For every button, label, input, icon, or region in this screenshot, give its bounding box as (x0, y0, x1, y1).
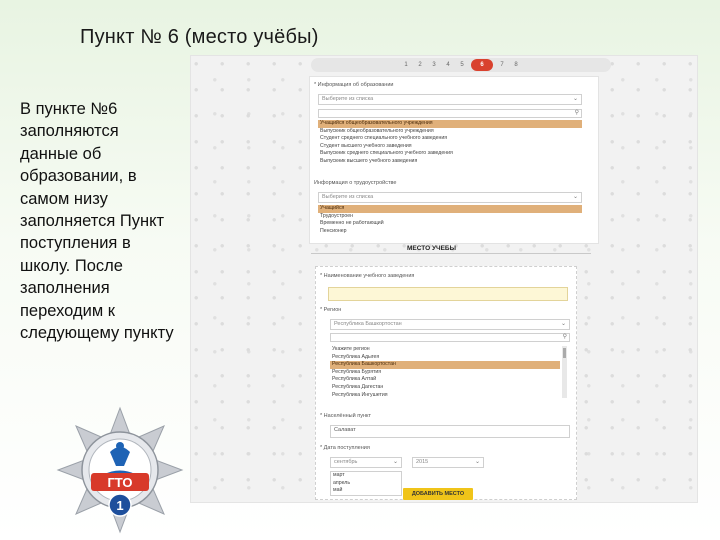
chevron-down-icon: ⌄ (572, 96, 578, 102)
step-8[interactable]: 8 (511, 62, 521, 68)
step-2[interactable]: 2 (415, 62, 425, 68)
add-study-place-button[interactable]: ДОБАВИТЬ МЕСТО УЧЕБЫ (403, 488, 473, 500)
education-option[interactable]: Выпускник общеобразовательного учреждени… (318, 128, 582, 136)
chevron-down-icon: ⌄ (572, 194, 578, 200)
search-icon: ⚲ (574, 110, 579, 116)
region-option[interactable]: Республика Алтай (330, 376, 560, 384)
step-7[interactable]: 7 (497, 62, 507, 68)
gto-badge: ГТО 1 (55, 405, 185, 535)
region-option[interactable]: Республика Башкортостан (330, 361, 560, 369)
study-place-panel: * Наименование учебного заведения * Реги… (315, 266, 577, 500)
region-option[interactable]: Республика Ингушетия (330, 392, 560, 400)
city-input[interactable]: Салават (330, 425, 570, 438)
month-option[interactable]: март (331, 472, 401, 480)
scrollbar-thumb[interactable] (563, 348, 566, 358)
admission-month-select[interactable]: сентябрь ⌄ (330, 457, 402, 468)
step-navigation: 1 2 3 4 5 6 7 8 (311, 58, 611, 72)
step-6-active[interactable]: 6 (471, 59, 493, 71)
region-options: Укажите регион Республика Адыгея Республ… (330, 346, 560, 399)
education-select[interactable]: Выберите из списка ⌄ (318, 94, 582, 105)
education-panel: * Информация об образовании Выберите из … (309, 76, 599, 244)
slide-description: В пункте №6 заполняются данные об образо… (20, 100, 174, 343)
city-label: * Населённый пункт (320, 413, 371, 419)
education-option[interactable]: Учащийся общеобразовательного учреждения (318, 120, 582, 128)
school-name-input[interactable] (328, 287, 568, 301)
admission-label: * Дата поступления (320, 445, 370, 451)
section-divider (311, 253, 591, 254)
education-option[interactable]: Студент среднего специального учебного з… (318, 135, 582, 143)
gto-badge-graphic: ГТО 1 (56, 406, 184, 534)
region-option[interactable]: Республика Бурятия (330, 369, 560, 377)
region-select-value: Республика Башкортостан (334, 321, 402, 327)
employment-select[interactable]: Выберите из списка ⌄ (318, 192, 582, 203)
region-select[interactable]: Республика Башкортостан ⌄ (330, 319, 570, 330)
employment-option[interactable]: Пенсионер (318, 228, 582, 236)
school-label: * Наименование учебного заведения (320, 273, 415, 279)
admission-year-value: 2015 (416, 459, 429, 465)
month-option[interactable]: апрель (331, 480, 401, 488)
region-option[interactable]: Укажите регион (330, 346, 560, 354)
chevron-down-icon: ⌄ (560, 321, 566, 327)
month-option[interactable]: май (331, 487, 401, 495)
employment-select-value: Выберите из списка (322, 194, 374, 200)
employment-option[interactable]: Трудоустроен (318, 213, 582, 221)
search-icon: ⚲ (562, 334, 567, 340)
admission-month-options: март апрель май (330, 471, 402, 496)
region-search-input[interactable]: ⚲ (330, 333, 570, 342)
admission-month-value: сентябрь (334, 459, 358, 465)
education-select-value: Выберите из списка (322, 96, 374, 102)
badge-number: 1 (116, 498, 123, 513)
region-label: * Регион (320, 307, 342, 313)
education-option[interactable]: Выпускник среднего специального учебного… (318, 150, 582, 158)
education-search-input[interactable]: ⚲ (318, 109, 582, 118)
employment-option[interactable]: Учащийся (318, 205, 582, 213)
education-option[interactable]: Студент высшего учебного заведения (318, 143, 582, 151)
step-4[interactable]: 4 (443, 62, 453, 68)
employment-option[interactable]: Временно не работающий (318, 220, 582, 228)
step-1[interactable]: 1 (401, 62, 411, 68)
step-5[interactable]: 5 (457, 62, 467, 68)
education-label: * Информация об образовании (314, 82, 394, 88)
region-option[interactable]: Республика Адыгея (330, 354, 560, 362)
badge-text: ГТО (107, 475, 132, 490)
education-option[interactable]: Выпускник высшего учебного заведения (318, 158, 582, 166)
admission-year-select[interactable]: 2015 ⌄ (412, 457, 484, 468)
education-options: Учащийся общеобразовательного учреждения… (318, 120, 582, 166)
section-title: МЕСТО УЧЕБЫ (407, 245, 456, 252)
region-option[interactable]: Республика Дагестан (330, 384, 560, 392)
employment-label: Информация о трудоустройстве (314, 180, 397, 186)
slide-title: Пункт № 6 (место учёбы) (80, 26, 319, 48)
region-scrollbar[interactable] (562, 346, 567, 398)
employment-options: Учащийся Трудоустроен Временно не работа… (318, 205, 582, 235)
step-3[interactable]: 3 (429, 62, 439, 68)
chevron-down-icon: ⌄ (474, 459, 480, 465)
chevron-down-icon: ⌄ (392, 459, 398, 465)
form-screenshot: 1 2 3 4 5 6 7 8 * Информация об образова… (190, 55, 698, 503)
